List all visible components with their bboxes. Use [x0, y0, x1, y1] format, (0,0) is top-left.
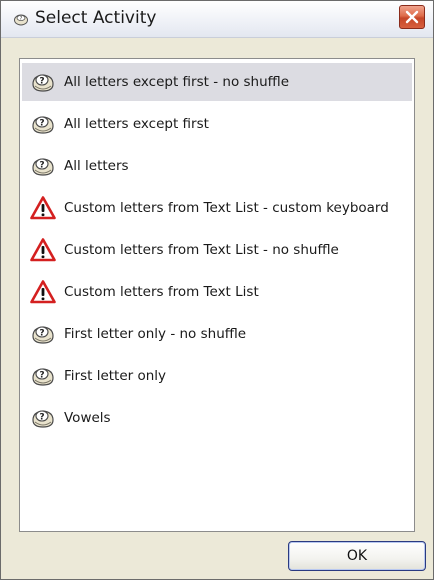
svg-text:?: ?: [39, 329, 44, 339]
list-item-label: Custom letters from Text List - custom k…: [64, 200, 389, 216]
keyboard-help-icon: ?: [30, 111, 56, 137]
warning-icon: [30, 237, 56, 263]
list-item-label: Custom letters from Text List: [64, 284, 259, 300]
select-activity-dialog: ? Select Activity ? All letters except fi…: [0, 0, 434, 580]
window-title: Select Activity: [35, 8, 157, 28]
svg-text:?: ?: [39, 413, 44, 423]
title-bar[interactable]: ? Select Activity: [1, 1, 433, 38]
list-item[interactable]: Custom letters from Text List - custom k…: [22, 189, 412, 227]
warning-icon: [30, 195, 56, 221]
list-item-label: All letters except first: [64, 116, 209, 132]
list-item-label: Vowels: [64, 410, 111, 426]
list-item[interactable]: ? All letters: [22, 147, 412, 185]
keyboard-help-icon: ?: [30, 363, 56, 389]
warning-icon: [30, 279, 56, 305]
activity-list[interactable]: ? All letters except first - no shuffle? A…: [19, 58, 415, 532]
list-item-label: All letters: [64, 158, 129, 174]
svg-text:?: ?: [39, 161, 44, 171]
list-item-label: Custom letters from Text List - no shuff…: [64, 242, 339, 258]
list-item[interactable]: ? Vowels: [22, 399, 412, 437]
keyboard-help-icon: ?: [30, 405, 56, 431]
keyboard-help-icon: ?: [30, 153, 56, 179]
list-item[interactable]: ? All letters except first - no shuffle: [22, 63, 412, 101]
ok-button[interactable]: OK: [288, 541, 426, 571]
list-item[interactable]: Custom letters from Text List - no shuff…: [22, 231, 412, 269]
svg-text:?: ?: [39, 371, 44, 381]
svg-text:?: ?: [39, 77, 44, 87]
list-item[interactable]: Custom letters from Text List: [22, 273, 412, 311]
svg-text:?: ?: [20, 16, 23, 22]
keyboard-help-icon: ?: [30, 321, 56, 347]
list-item[interactable]: ? All letters except first: [22, 105, 412, 143]
list-item[interactable]: ? First letter only: [22, 357, 412, 395]
list-item-label: First letter only: [64, 368, 167, 384]
list-item-label: All letters except first - no shuffle: [64, 74, 289, 90]
keyboard-help-icon: ?: [30, 69, 56, 95]
close-icon: [405, 10, 419, 24]
shuffle-app-icon: ?: [14, 14, 28, 26]
list-item[interactable]: ? First letter only - no shuffle: [22, 315, 412, 353]
list-item-label: First letter only - no shuffle: [64, 326, 247, 342]
close-button[interactable]: [399, 5, 425, 29]
svg-text:?: ?: [39, 119, 44, 129]
